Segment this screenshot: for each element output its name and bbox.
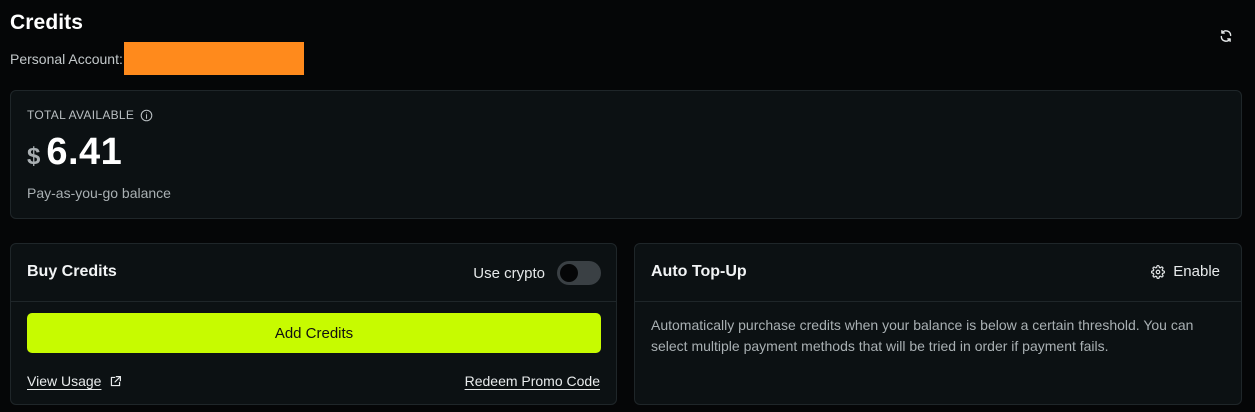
account-row: Personal Account: [10,42,304,75]
use-crypto-row: Use crypto [473,261,601,285]
buy-credits-card: Buy Credits Use crypto Add Credits View … [10,243,617,405]
auto-topup-description: Automatically purchase credits when your… [651,317,1194,354]
total-available-label: TOTAL AVAILABLE [27,108,135,122]
view-usage-label: View Usage [27,373,102,389]
refresh-button[interactable] [1216,26,1236,46]
account-label: Personal Account: [10,50,123,67]
refresh-icon [1220,30,1232,42]
info-icon[interactable] [140,109,153,122]
currency-symbol: $ [27,143,41,170]
enable-auto-topup-button[interactable]: Enable [1151,263,1220,280]
add-credits-button[interactable]: Add Credits [27,313,601,353]
page-title: Credits [10,11,84,34]
total-available-row: TOTAL AVAILABLE [27,108,153,122]
auto-topup-title: Auto Top-Up [651,263,747,280]
credits-page: Credits Personal Account: TOTAL AVAILABL… [0,0,1255,412]
gear-icon [1151,264,1166,279]
auto-topup-header: Auto Top-Up Enable [635,244,1241,302]
use-crypto-toggle[interactable] [557,261,601,285]
view-usage-link[interactable]: View Usage [27,373,122,389]
enable-label: Enable [1173,263,1220,280]
auto-topup-card: Auto Top-Up Enable Automatically purchas… [634,243,1242,405]
balance-amount-row: $ 6.41 [27,131,122,174]
balance-card: TOTAL AVAILABLE $ 6.41 Pay-as-you-go bal… [10,90,1242,219]
buy-credits-title: Buy Credits [27,263,117,280]
redeem-promo-link[interactable]: Redeem Promo Code [465,373,600,389]
buy-credits-header: Buy Credits Use crypto [11,244,616,302]
external-link-icon [111,375,122,386]
account-name-redacted [123,42,304,75]
balance-amount: 6.41 [46,131,123,173]
toggle-knob [560,264,578,282]
use-crypto-label: Use crypto [473,264,545,282]
balance-subtitle: Pay-as-you-go balance [27,185,171,201]
